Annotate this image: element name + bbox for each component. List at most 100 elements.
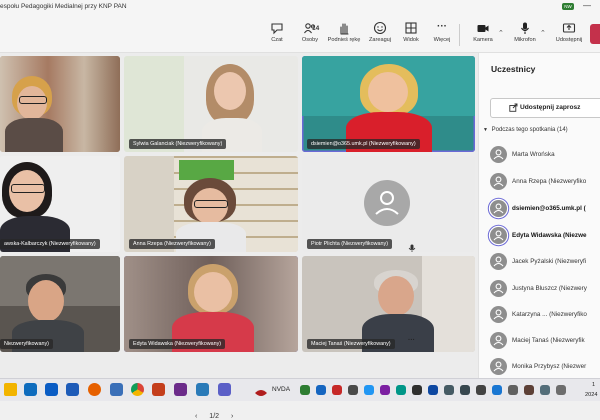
wifi-icon[interactable] bbox=[540, 385, 550, 395]
video-tile-4[interactable]: awska-Kalbarczyk (Niezweryfikowany) bbox=[0, 156, 120, 252]
share-screen-button[interactable]: Udostępnij bbox=[549, 21, 589, 43]
bluetooth-icon[interactable] bbox=[492, 385, 502, 395]
clock-date: 2024 bbox=[585, 392, 598, 398]
avatar bbox=[490, 146, 507, 163]
participant-face bbox=[28, 280, 64, 322]
camera-button[interactable]: Kamera bbox=[463, 21, 503, 43]
tile-name-label: dsiemien@o365.umk.pl (Niezweryfikowany) bbox=[307, 139, 420, 149]
tray-icon[interactable] bbox=[524, 385, 534, 395]
tray-icon[interactable] bbox=[332, 385, 342, 395]
window-title: espołu Pedagogiki Medialnej przy KNP PAN bbox=[0, 3, 127, 10]
video-tile-1[interactable] bbox=[0, 56, 120, 152]
person-icon bbox=[493, 203, 504, 214]
person-icon bbox=[493, 149, 504, 160]
video-tile-7[interactable]: Niezweryfikowany) bbox=[0, 256, 120, 352]
tray-icon[interactable] bbox=[476, 385, 486, 395]
file-explorer-icon[interactable] bbox=[4, 383, 17, 396]
hand-icon bbox=[324, 21, 364, 35]
tray-icon[interactable] bbox=[508, 385, 518, 395]
tray-icon[interactable] bbox=[396, 385, 406, 395]
tray-icon[interactable] bbox=[460, 385, 470, 395]
leave-button[interactable] bbox=[590, 24, 600, 44]
outlook-icon[interactable] bbox=[24, 383, 37, 396]
tray-icon[interactable] bbox=[364, 385, 374, 395]
participant-name: Maciej Tanaś (Niezweryfik bbox=[512, 336, 585, 344]
participant-name: dsiemien@o365.umk.pl ( bbox=[512, 204, 586, 212]
participant-item[interactable]: Katarzyna ... (Niezweryfiko bbox=[490, 306, 600, 324]
tile-name-label: Sylwia Galanciak (Niezweryfikowany) bbox=[129, 139, 227, 149]
video-tile-5[interactable]: Anna Rzepa (Niezweryfikowany) bbox=[124, 156, 298, 252]
participant-item[interactable]: Edyta Widawska (Niezwe bbox=[490, 227, 600, 245]
participants-panel: Uczestnicy Udostępnij zaprosz ▼ Podczas … bbox=[478, 53, 600, 378]
person-icon bbox=[375, 191, 399, 215]
participant-name: Justyna Bluszcz (Niezwery bbox=[512, 284, 587, 292]
video-tile-9[interactable]: Maciej Tanaś (Niezweryfikowany) ··· bbox=[302, 256, 475, 352]
avatar bbox=[490, 173, 507, 190]
participant-item[interactable]: Maciej Tanaś (Niezweryfik bbox=[490, 332, 600, 350]
firefox-icon[interactable] bbox=[88, 383, 101, 396]
microphone-options-chevron[interactable]: ⌃ bbox=[540, 29, 546, 37]
share-icon bbox=[549, 21, 589, 35]
participant-item[interactable]: Anna Rzepa (Niezweryfiko bbox=[490, 173, 600, 191]
tray-icon[interactable] bbox=[380, 385, 390, 395]
outlook-new-icon[interactable] bbox=[45, 383, 58, 396]
video-tile-3[interactable]: dsiemien@o365.umk.pl (Niezweryfikowany) bbox=[302, 56, 475, 152]
teams-icon[interactable] bbox=[218, 383, 231, 396]
avatar bbox=[490, 227, 507, 244]
powerpoint-icon[interactable] bbox=[152, 383, 165, 396]
more-button[interactable]: ··· Więcej bbox=[422, 21, 462, 43]
participant-item[interactable]: Monika Przybysz (Niezwer bbox=[490, 358, 600, 376]
participant-name: Anna Rzepa (Niezweryfiko bbox=[512, 177, 587, 185]
participant-face bbox=[194, 272, 232, 312]
glasses bbox=[194, 200, 228, 208]
status-badge: NW bbox=[562, 3, 574, 10]
app-icon[interactable] bbox=[110, 383, 123, 396]
tile-more-options[interactable]: ··· bbox=[408, 337, 415, 344]
video-tile-2[interactable]: Sylwia Galanciak (Niezweryfikowany) bbox=[124, 56, 298, 152]
section-header[interactable]: ▼ Podczas tego spotkania (14) bbox=[483, 127, 568, 133]
microphone-button[interactable]: Mikrofon bbox=[505, 21, 545, 43]
nvda-icon[interactable] bbox=[254, 385, 268, 403]
tray-icon[interactable] bbox=[300, 385, 310, 395]
tray-icon[interactable] bbox=[412, 385, 422, 395]
video-tile-6[interactable]: Piotr Plichta (Niezweryfikowany) bbox=[302, 156, 475, 252]
pager-label: 1/2 bbox=[209, 413, 220, 420]
volume-icon[interactable] bbox=[556, 385, 566, 395]
participant-name: Monika Przybysz (Niezwer bbox=[512, 362, 587, 370]
avatar bbox=[490, 358, 507, 375]
word-icon[interactable] bbox=[66, 383, 79, 396]
microphone-label: Mikrofon bbox=[514, 37, 536, 43]
tray-icon[interactable] bbox=[316, 385, 326, 395]
green-storage-boxes bbox=[179, 160, 234, 180]
tray-icon[interactable] bbox=[428, 385, 438, 395]
participant-item[interactable]: dsiemien@o365.umk.pl ( bbox=[490, 200, 600, 218]
tray-icon[interactable] bbox=[348, 385, 358, 395]
meeting-toolbar: espołu Pedagogiki Medialnej przy KNP PAN… bbox=[0, 0, 600, 53]
minimize-button[interactable]: — bbox=[583, 1, 591, 10]
calculator-icon[interactable] bbox=[196, 383, 209, 396]
person-icon bbox=[493, 283, 504, 294]
windows-taskbar: NVDA 1 2024 bbox=[0, 378, 600, 401]
participant-item[interactable]: Justyna Bluszcz (Niezwery bbox=[490, 280, 600, 298]
participant-face bbox=[214, 72, 246, 110]
participant-item[interactable]: Marta Wrońska bbox=[490, 146, 600, 164]
video-grid: Sylwia Galanciak (Niezweryfikowany) dsie… bbox=[0, 53, 478, 420]
pager-next-button[interactable]: › bbox=[231, 413, 233, 420]
participant-item[interactable]: Jacek Pyżalski (Niezweryfi bbox=[490, 253, 600, 271]
avatar bbox=[490, 200, 507, 217]
share-invite-label: Udostępnij zaprosz bbox=[520, 104, 581, 111]
glasses bbox=[19, 96, 47, 104]
chrome-icon[interactable] bbox=[131, 383, 144, 396]
tile-name-label: Niezweryfikowany) bbox=[0, 339, 53, 349]
collapse-chevron-icon: ▼ bbox=[483, 127, 488, 133]
more-label: Więcej bbox=[433, 37, 451, 43]
app-icon[interactable] bbox=[174, 383, 187, 396]
share-invite-button[interactable]: Udostępnij zaprosz bbox=[490, 98, 600, 118]
avatar bbox=[490, 280, 507, 297]
raise-hand-button[interactable]: Podnieś rękę bbox=[324, 21, 364, 43]
camera-options-chevron[interactable]: ⌃ bbox=[498, 29, 504, 37]
pager-prev-button[interactable]: ‹ bbox=[195, 413, 197, 420]
tray-icon[interactable] bbox=[444, 385, 454, 395]
avatar bbox=[364, 180, 410, 226]
video-tile-8[interactable]: Edyta Widawska (Niezweryfikowany) bbox=[124, 256, 298, 352]
